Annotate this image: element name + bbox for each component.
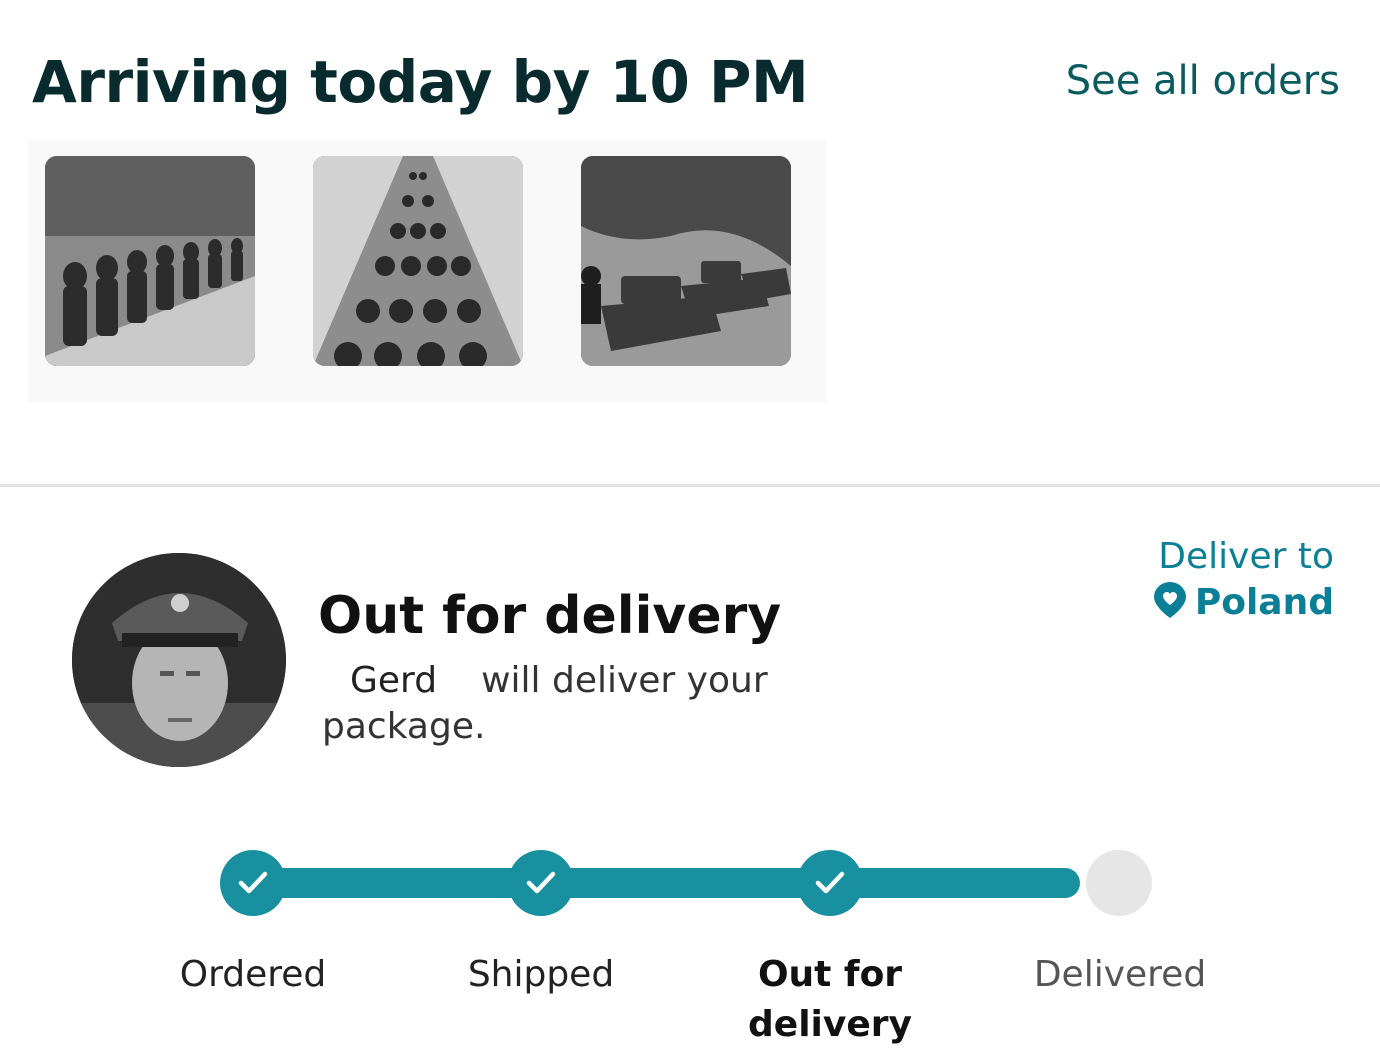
- step-label-ordered: Ordered: [179, 954, 327, 995]
- soldiers-marching-image: [45, 156, 255, 366]
- courier-portrait-image: [72, 553, 286, 767]
- deliver-to-location[interactable]: Poland: [1153, 579, 1334, 627]
- courier-avatar: [72, 553, 286, 767]
- item-thumbnail[interactable]: [581, 156, 791, 366]
- checkmark-icon: [815, 871, 845, 894]
- checkmark-icon: [526, 871, 556, 894]
- delivery-status-title: Out for delivery: [318, 586, 782, 646]
- troop-column-image: [313, 156, 523, 366]
- item-thumbnail[interactable]: [45, 156, 255, 366]
- step-ordered-dot: [220, 850, 286, 916]
- deliver-to-block: Deliver to Poland: [1153, 535, 1334, 627]
- item-thumbnail[interactable]: [313, 156, 523, 366]
- step-shipped-dot: [508, 850, 574, 916]
- progress-bar-fill: [252, 868, 1080, 898]
- checkmark-icon: [238, 871, 268, 894]
- step-out-for-delivery-dot: [797, 850, 863, 916]
- deliver-to-label: Deliver to: [1158, 536, 1334, 577]
- map-pin-icon: [1153, 582, 1186, 618]
- step-delivered-dot: [1086, 850, 1152, 916]
- page-title: Arriving today by 10 PM: [32, 48, 809, 116]
- courier-message: Gerd will deliver your package.: [322, 658, 842, 750]
- step-label-shipped: Shipped: [467, 954, 615, 995]
- step-label-out-for-delivery: Out for delivery: [748, 954, 912, 1045]
- order-items-row: [28, 140, 826, 402]
- courier-name: Gerd: [350, 660, 438, 701]
- step-label-delivered: Delivered: [1033, 954, 1207, 995]
- section-divider: [0, 484, 1380, 487]
- tanks-image: [581, 156, 791, 366]
- see-all-orders-link[interactable]: See all orders: [1066, 58, 1340, 104]
- location-name: Poland: [1194, 582, 1334, 623]
